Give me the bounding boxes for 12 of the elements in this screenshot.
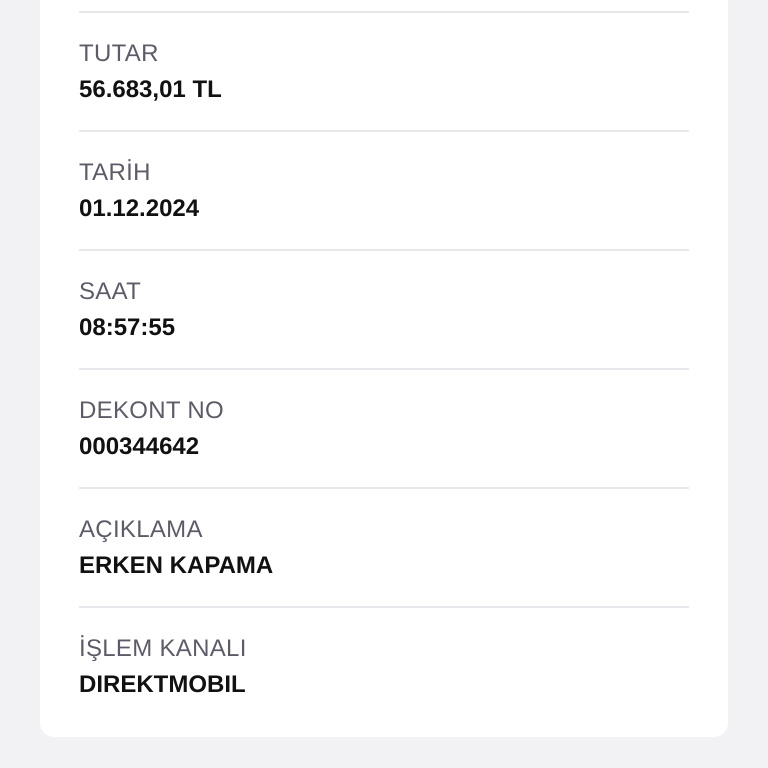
field-value: 08:57:55 xyxy=(79,314,176,342)
field-label: DEKONT NO xyxy=(79,396,225,424)
field-value: 56.683,01 TL xyxy=(79,76,223,104)
field-label: TARİH xyxy=(79,158,152,186)
field-label: SAAT xyxy=(79,278,142,306)
field-label: AÇIKLAMA xyxy=(79,516,204,544)
field-value: ERKEN KAPAMA xyxy=(79,552,274,580)
field-label: İŞLEM KANALI xyxy=(79,634,248,662)
field-label: TUTAR xyxy=(79,40,160,68)
field-value: 000344642 xyxy=(79,432,200,460)
field-value: DIREKTMOBIL xyxy=(79,670,247,698)
field-value: 01.12.2024 xyxy=(79,194,200,222)
